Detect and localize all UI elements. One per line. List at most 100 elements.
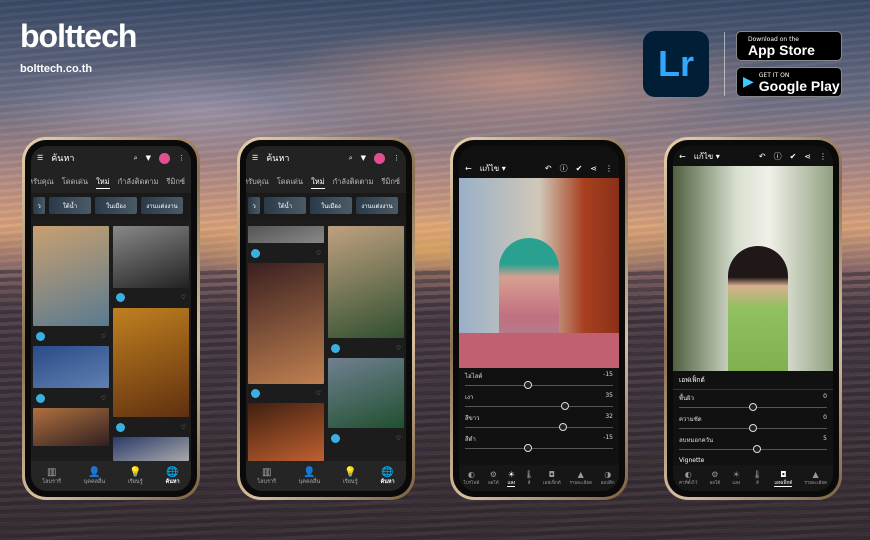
avatar[interactable]	[116, 422, 125, 432]
filter-icon[interactable]: ▼	[361, 154, 366, 162]
tool-4[interactable]: ◘ เอฟเฟ็กต์	[774, 470, 793, 487]
share-icon[interactable]: ⋖	[804, 152, 811, 161]
tool-3[interactable]: 🌡 สี	[524, 470, 534, 486]
avatar[interactable]	[331, 433, 340, 443]
tab-2[interactable]: ใหม่	[96, 176, 110, 189]
slider-2[interactable]: สีขาว 32	[459, 410, 619, 431]
feed-photo[interactable]	[113, 307, 189, 418]
tab-1[interactable]: โดดเด่น	[277, 176, 303, 189]
nav-item-0[interactable]: ▥ ไลบรารี	[257, 467, 276, 486]
slider-2[interactable]: ลบหมอกควัน 5	[673, 432, 833, 453]
nav-item-3[interactable]: 🌐 ค้นหา	[380, 467, 394, 486]
tab-1[interactable]: โดดเด่น	[62, 176, 88, 189]
more-icon[interactable]: ⋮	[605, 164, 613, 173]
tool-0[interactable]: ◐ โปรไฟล์	[463, 470, 479, 486]
slider-0[interactable]: พื้นผิว 0	[673, 390, 833, 411]
feed-photo[interactable]	[248, 403, 324, 461]
slider-handle[interactable]	[558, 423, 567, 431]
heart-icon[interactable]: ♡	[396, 345, 401, 352]
category-chip[interactable]: งานแต่งงาน	[356, 197, 398, 214]
avatar[interactable]	[36, 393, 45, 403]
category-chip[interactable]: ในเมือง	[95, 197, 137, 214]
nav-item-0[interactable]: ▥ ไลบรารี	[42, 467, 61, 486]
avatar[interactable]	[251, 388, 260, 398]
slider-handle[interactable]	[749, 403, 757, 411]
filter-icon[interactable]: ▼	[146, 154, 151, 162]
search-icon[interactable]: ⌕	[349, 154, 353, 163]
category-chip[interactable]: งานแต่งงาน	[141, 197, 183, 214]
slider-handle[interactable]	[752, 445, 761, 453]
feed-photo[interactable]	[33, 346, 109, 388]
category-chip[interactable]: ว	[33, 197, 45, 214]
google-play-badge[interactable]: ▶ GET IT ON Google Play	[736, 67, 842, 97]
category-chip[interactable]: ใต้น้ำ	[49, 197, 91, 214]
help-icon[interactable]: ⓘ	[560, 163, 568, 174]
back-icon[interactable]: ←	[465, 164, 472, 173]
undo-icon[interactable]: ↶	[759, 152, 766, 161]
tool-1[interactable]: ⚙ ออโต้	[710, 470, 721, 486]
slider-0[interactable]: ไฮไลต์ -15	[459, 368, 619, 389]
heart-icon[interactable]: ♡	[316, 250, 321, 257]
app-store-badge[interactable]: Download on the App Store	[736, 31, 842, 61]
avatar[interactable]	[251, 248, 260, 258]
tab-4[interactable]: รีมิกซ์	[381, 176, 400, 189]
tab-3[interactable]: กำลังติดตาม	[333, 176, 374, 189]
nav-item-2[interactable]: 💡 เรียนรู้	[343, 467, 358, 486]
menu-icon[interactable]: ☰	[37, 154, 43, 162]
tool-4[interactable]: ◘ เอฟเฟ็กต์	[543, 470, 561, 486]
check-icon[interactable]: ✔	[576, 164, 583, 173]
feed-photo[interactable]	[113, 437, 189, 462]
back-icon[interactable]: ←	[679, 152, 686, 161]
tool-1[interactable]: ⚙ ออโต้	[488, 470, 499, 486]
heart-icon[interactable]: ♡	[181, 424, 186, 431]
share-icon[interactable]: ⋖	[590, 164, 597, 173]
heart-icon[interactable]: ♡	[101, 333, 106, 340]
nav-item-3[interactable]: 🌐 ค้นหา	[165, 467, 179, 486]
tool-2[interactable]: ☀ แสง	[507, 470, 516, 487]
tab-0[interactable]: หรับคุณ	[31, 176, 54, 189]
heart-icon[interactable]: ♡	[101, 395, 106, 402]
tool-5[interactable]: ▲ รายละเอียด	[804, 470, 827, 486]
avatar[interactable]	[331, 343, 340, 353]
slider-handle[interactable]	[560, 402, 569, 410]
feed-photo[interactable]	[33, 408, 109, 446]
heart-icon[interactable]: ♡	[316, 390, 321, 397]
menu-icon[interactable]: ☰	[252, 154, 258, 162]
feed-photo[interactable]	[248, 262, 324, 384]
more-icon[interactable]: ⋮	[819, 152, 827, 161]
avatar[interactable]	[116, 293, 125, 303]
search-icon[interactable]: ⌕	[134, 154, 138, 163]
feed-photo[interactable]	[328, 358, 404, 428]
more-icon[interactable]: ⋮	[393, 154, 400, 162]
slider-1[interactable]: ความชัด 0	[673, 411, 833, 432]
tool-3[interactable]: 🌡 สี	[752, 470, 762, 486]
tab-4[interactable]: รีมิกซ์	[166, 176, 185, 189]
help-icon[interactable]: ⓘ	[774, 151, 782, 162]
category-chip[interactable]: ว	[248, 197, 260, 214]
more-icon[interactable]: ⋮	[178, 154, 185, 162]
tab-2[interactable]: ใหม่	[311, 176, 325, 189]
nav-item-1[interactable]: 👤 บุคคลอื่น	[299, 467, 320, 486]
avatar[interactable]	[159, 152, 170, 164]
nav-item-1[interactable]: 👤 บุคคลอื่น	[84, 467, 105, 486]
tool-0[interactable]: ◐ ค่าที่ตั้งไว้	[679, 470, 697, 486]
category-chip[interactable]: ในเมือง	[310, 197, 352, 214]
tool-6[interactable]: ◑ ออปติก	[601, 470, 615, 486]
feed-photo[interactable]	[113, 226, 189, 288]
slider-1[interactable]: เงา 35	[459, 389, 619, 410]
category-chip[interactable]: ใต้น้ำ	[264, 197, 306, 214]
tool-5[interactable]: ▲ รายละเอียด	[569, 470, 592, 486]
edit-title[interactable]: แก้ไข ▾	[480, 162, 537, 175]
feed-photo[interactable]	[328, 226, 404, 338]
slider-3[interactable]: สีดำ -15	[459, 431, 619, 452]
avatar[interactable]	[36, 331, 45, 341]
feed-photo[interactable]	[248, 226, 324, 244]
feed-photo[interactable]	[33, 226, 109, 326]
tool-2[interactable]: ☀ แสง	[732, 470, 740, 486]
tab-0[interactable]: หรับคุณ	[246, 176, 269, 189]
slider-handle[interactable]	[523, 381, 532, 389]
heart-icon[interactable]: ♡	[181, 294, 186, 301]
nav-item-2[interactable]: 💡 เรียนรู้	[128, 467, 143, 486]
edit-title[interactable]: แก้ไข ▾	[694, 150, 751, 163]
heart-icon[interactable]: ♡	[396, 435, 401, 442]
